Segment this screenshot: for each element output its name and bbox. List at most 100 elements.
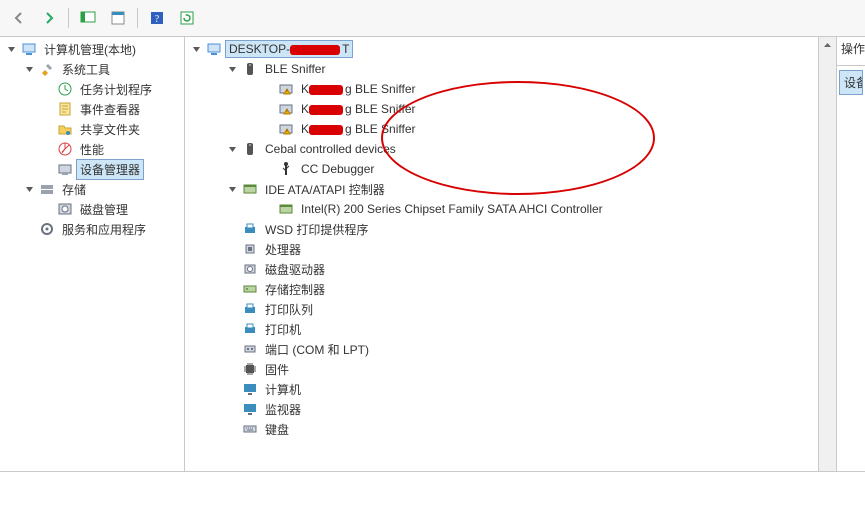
monitor-icon <box>242 401 258 417</box>
device-item[interactable]: !Kg BLE Sniffer <box>225 79 814 99</box>
redaction-icon <box>290 45 340 55</box>
tree-item-label: 事件查看器 <box>76 99 144 120</box>
device-item[interactable]: !Kg BLE Sniffer <box>225 119 814 139</box>
chevron-down-icon[interactable] <box>22 62 36 76</box>
tools-icon <box>39 61 55 77</box>
chevron-down-icon[interactable] <box>189 42 203 56</box>
left-tree-pane: 计算机管理(本地)系统工具任务计划程序事件查看器共享文件夹性能设备管理器存储磁盘… <box>0 37 185 471</box>
cpu-icon <box>242 241 258 257</box>
actions-header-label: 操作 <box>841 42 865 56</box>
nav-back-icon[interactable] <box>6 5 32 31</box>
tree-item-系统工具[interactable]: 系统工具 <box>18 59 184 79</box>
toolbar-separator <box>68 8 69 28</box>
device-item-label: CC Debugger <box>297 160 378 178</box>
device-item[interactable]: Cebal controlled devices <box>207 139 814 159</box>
nav-forward-icon[interactable] <box>36 5 62 31</box>
printer-icon <box>242 221 258 237</box>
device-item[interactable]: 磁盘驱动器 <box>207 259 814 279</box>
device-item[interactable]: WSD 打印提供程序 <box>207 219 814 239</box>
device-item-label: 处理器 <box>261 239 305 260</box>
tree-item-设备管理器[interactable]: 设备管理器 <box>36 159 184 179</box>
tree-item-事件查看器[interactable]: 事件查看器 <box>36 99 184 119</box>
device-item[interactable]: 端口 (COM 和 LPT) <box>207 339 814 359</box>
device-item-label: 磁盘驱动器 <box>261 259 329 280</box>
redaction-icon <box>309 85 343 95</box>
tree-item-存储[interactable]: 存储 <box>18 179 184 199</box>
tree-item-label: 任务计划程序 <box>76 79 156 100</box>
tree-item-服务和应用程序[interactable]: 服务和应用程序 <box>18 219 184 239</box>
keyboard-icon <box>242 421 258 437</box>
device-item[interactable]: 计算机 <box>207 379 814 399</box>
device-icon <box>57 161 73 177</box>
device-item-label: Intel(R) 200 Series Chipset Family SATA … <box>297 200 607 218</box>
scroll-up-icon[interactable] <box>819 37 836 54</box>
device-item-label: 键盘 <box>261 419 293 440</box>
ble-icon <box>242 141 258 157</box>
disk-icon <box>57 201 73 217</box>
device-item-label: 打印队列 <box>261 299 317 320</box>
device-item[interactable]: Intel(R) 200 Series Chipset Family SATA … <box>225 199 814 219</box>
tree-item-label: 共享文件夹 <box>76 119 144 140</box>
device-item-label: 计算机 <box>261 379 305 400</box>
warn-dev-icon: ! <box>278 121 294 137</box>
redaction-icon <box>309 105 343 115</box>
services-icon <box>39 221 55 237</box>
tree-item-label: 系统工具 <box>58 59 114 80</box>
tree-item-共享文件夹[interactable]: 共享文件夹 <box>36 119 184 139</box>
device-item[interactable]: 固件 <box>207 359 814 379</box>
vertical-scrollbar[interactable] <box>819 37 837 471</box>
device-item-label: Cebal controlled devices <box>261 140 400 158</box>
svg-text:!: ! <box>286 90 287 96</box>
toolbar: ? <box>0 0 865 37</box>
chevron-down-icon[interactable] <box>225 142 239 156</box>
storage-ctrl-icon <box>242 281 258 297</box>
device-item[interactable]: BLE Sniffer <box>207 59 814 79</box>
computer-icon <box>21 41 37 57</box>
device-item-label: 打印机 <box>261 319 305 340</box>
svg-text:!: ! <box>286 110 287 116</box>
bottom-bar <box>0 471 865 526</box>
tree-item-任务计划程序[interactable]: 任务计划程序 <box>36 79 184 99</box>
device-item-label: Kg BLE Sniffer <box>297 100 420 118</box>
device-item-label: BLE Sniffer <box>261 60 329 78</box>
perf-icon <box>57 141 73 157</box>
device-item[interactable]: DESKTOP-T <box>189 39 814 59</box>
device-item[interactable]: 键盘 <box>207 419 814 439</box>
actions-header: 操作 <box>837 37 865 66</box>
event-icon <box>57 101 73 117</box>
chevron-down-icon[interactable] <box>22 182 36 196</box>
tree-item-性能[interactable]: 性能 <box>36 139 184 159</box>
device-item[interactable]: 处理器 <box>207 239 814 259</box>
device-item-label: Kg BLE Sniffer <box>297 120 420 138</box>
actions-pane: 操作 设备 <box>837 37 865 471</box>
actions-item[interactable]: 设备 <box>839 70 863 95</box>
ide-icon <box>242 181 258 197</box>
actions-item-label: 设备 <box>844 76 863 90</box>
printer-icon <box>242 321 258 337</box>
device-item-label: WSD 打印提供程序 <box>261 219 372 240</box>
tree-item-label: 存储 <box>58 179 90 200</box>
help-icon[interactable]: ? <box>144 5 170 31</box>
device-tree-pane: DESKTOP-TBLE Sniffer!Kg BLE Sniffer!Kg B… <box>185 37 819 471</box>
device-item[interactable]: 存储控制器 <box>207 279 814 299</box>
refresh-icon[interactable] <box>174 5 200 31</box>
device-item[interactable]: IDE ATA/ATAPI 控制器 <box>207 179 814 199</box>
tree-item-label: 计算机管理(本地) <box>40 39 140 60</box>
tree-item-label: 设备管理器 <box>76 159 144 180</box>
device-item[interactable]: 打印机 <box>207 319 814 339</box>
device-item[interactable]: CC Debugger <box>225 159 814 179</box>
device-item-label: IDE ATA/ATAPI 控制器 <box>261 179 389 200</box>
chevron-down-icon[interactable] <box>4 42 18 56</box>
folder-share-icon <box>57 121 73 137</box>
tree-item-磁盘管理[interactable]: 磁盘管理 <box>36 199 184 219</box>
device-item[interactable]: 打印队列 <box>207 299 814 319</box>
device-item[interactable]: 监视器 <box>207 399 814 419</box>
redaction-icon <box>309 125 343 135</box>
tree-item-计算机管理(本地)[interactable]: 计算机管理(本地) <box>0 39 184 59</box>
chevron-down-icon[interactable] <box>225 182 239 196</box>
hdd-icon <box>242 261 258 277</box>
device-item[interactable]: ! Kg BLE Sniffer <box>225 99 814 119</box>
show-hide-console-icon[interactable] <box>75 5 101 31</box>
properties-icon[interactable] <box>105 5 131 31</box>
chevron-down-icon[interactable] <box>225 62 239 76</box>
